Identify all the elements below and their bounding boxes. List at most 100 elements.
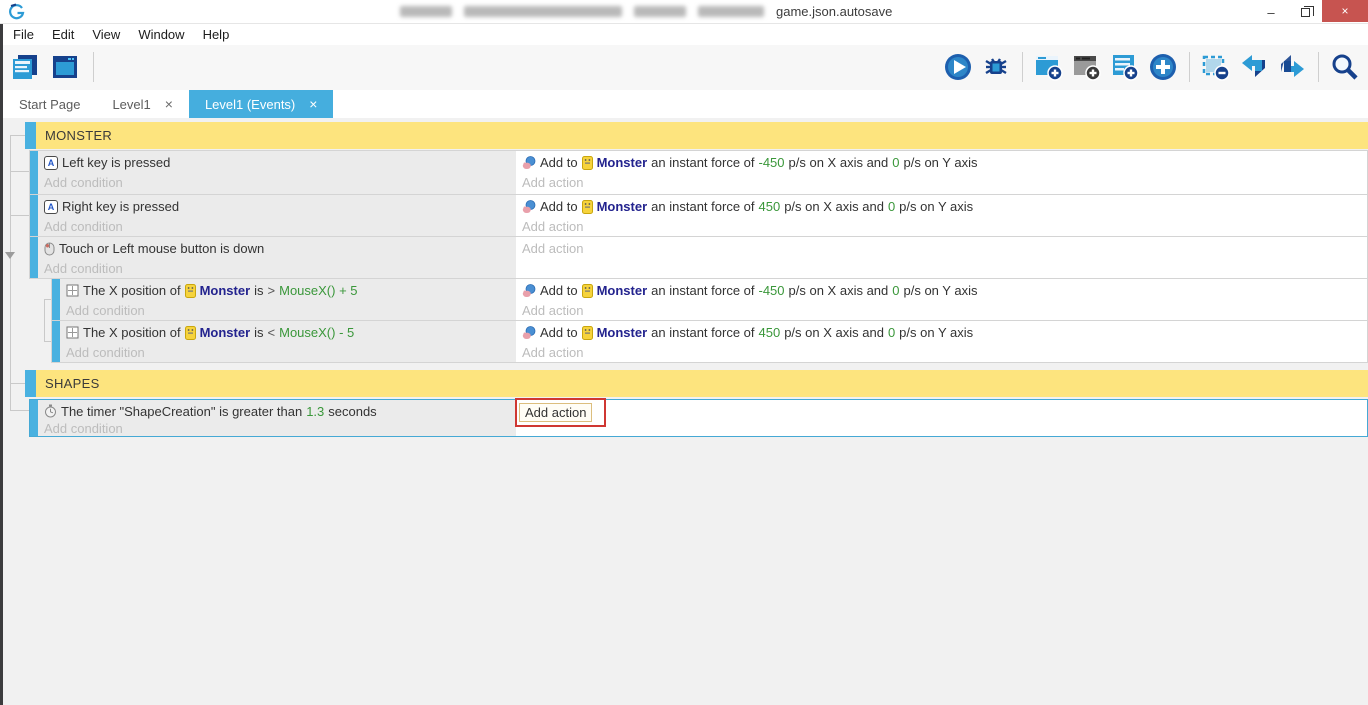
- monster-object-icon: [581, 199, 593, 214]
- force-x-value: 450: [758, 199, 781, 214]
- action-text: Add to: [540, 155, 578, 170]
- add-action-placeholder[interactable]: Add action: [522, 238, 1367, 259]
- conditions-cell[interactable]: The X position of Monster is < MouseX() …: [60, 321, 516, 362]
- event-row-selected[interactable]: The timer "ShapeCreation" is greater tha…: [29, 398, 1368, 437]
- project-manager-icon[interactable]: [8, 50, 42, 84]
- add-subevent-icon[interactable]: [1070, 50, 1104, 84]
- conditions-cell[interactable]: The X position of Monster is > MouseX() …: [60, 279, 516, 320]
- menu-window[interactable]: Window: [129, 27, 193, 42]
- conditions-cell[interactable]: A Right key is pressed Add condition: [38, 195, 516, 236]
- action-text: p/s on Y axis: [899, 199, 974, 214]
- group-strip: [25, 370, 36, 397]
- add-event-icon[interactable]: [1032, 50, 1066, 84]
- expression: MouseX() - 5: [279, 325, 355, 340]
- action-text: p/s on Y axis: [903, 155, 978, 170]
- timer-icon: [45, 404, 56, 418]
- event-strip: [52, 321, 60, 362]
- preview-play-icon[interactable]: [941, 50, 975, 84]
- add-action-placeholder[interactable]: Add action: [522, 301, 1367, 320]
- keyboard-key-icon: A: [44, 155, 58, 170]
- action-text: an instant force of: [651, 283, 755, 298]
- force-icon: [522, 283, 536, 297]
- undo-icon[interactable]: [1237, 50, 1271, 84]
- actions-cell[interactable]: Add to Monster an instant force of 450 p…: [516, 321, 1367, 362]
- event-group-monster[interactable]: MONSTER: [25, 122, 1368, 149]
- group-label: MONSTER: [45, 128, 113, 143]
- window-title: game.json.autosave: [400, 4, 892, 19]
- tab-close-icon[interactable]: ×: [165, 96, 173, 112]
- add-condition-placeholder[interactable]: Add condition: [44, 173, 516, 192]
- scene-editor-icon[interactable]: [48, 50, 82, 84]
- menu-view[interactable]: View: [83, 27, 129, 42]
- add-action-placeholder[interactable]: Add action: [522, 173, 1367, 192]
- event-group-shapes[interactable]: SHAPES: [25, 370, 1368, 397]
- redo-icon[interactable]: [1275, 50, 1309, 84]
- force-x-value: 450: [758, 325, 781, 340]
- action-text: p/s on X axis and: [788, 155, 889, 170]
- sub-event-row[interactable]: The X position of Monster is > MouseX() …: [51, 278, 1368, 321]
- actions-cell[interactable]: Add to Monster an instant force of 450 p…: [516, 195, 1367, 236]
- condition-text: is: [254, 283, 264, 298]
- remove-selection-icon[interactable]: [1199, 50, 1233, 84]
- condition-text: Left key is pressed: [62, 155, 171, 170]
- menu-help[interactable]: Help: [194, 27, 239, 42]
- conditions-cell[interactable]: Touch or Left mouse button is down Add c…: [38, 237, 516, 278]
- add-condition-placeholder[interactable]: Add condition: [66, 343, 516, 362]
- tab-level1[interactable]: Level1 ×: [96, 90, 189, 118]
- monster-object-icon: [581, 155, 593, 170]
- operator: <: [267, 325, 276, 340]
- tab-start-page[interactable]: Start Page: [3, 90, 96, 118]
- window-title-text: game.json.autosave: [776, 4, 893, 19]
- group-label: SHAPES: [45, 376, 100, 391]
- action-text: an instant force of: [651, 199, 755, 214]
- restore-button[interactable]: [1288, 0, 1322, 24]
- condition-text: Touch or Left mouse button is down: [59, 241, 265, 256]
- minimize-button[interactable]: –: [1254, 0, 1288, 24]
- object-name: Monster: [596, 283, 648, 298]
- action-text: p/s on X axis and: [788, 283, 889, 298]
- add-condition-placeholder[interactable]: Add condition: [44, 421, 516, 436]
- condition-text: Right key is pressed: [62, 199, 180, 214]
- actions-cell[interactable]: Add action: [515, 398, 1367, 436]
- actions-cell[interactable]: Add to Monster an instant force of -450 …: [516, 279, 1367, 320]
- action-text: Add to: [540, 283, 578, 298]
- actions-cell[interactable]: Add action: [516, 237, 1367, 278]
- add-condition-placeholder[interactable]: Add condition: [44, 259, 516, 278]
- add-condition-placeholder[interactable]: Add condition: [44, 217, 516, 236]
- add-action-placeholder[interactable]: Add action: [522, 217, 1367, 236]
- annotation-highlight-box: Add action: [515, 398, 606, 427]
- menu-edit[interactable]: Edit: [43, 27, 83, 42]
- add-comment-icon[interactable]: [1108, 50, 1142, 84]
- search-icon[interactable]: [1328, 50, 1362, 84]
- close-button[interactable]: ×: [1322, 0, 1368, 22]
- conditions-cell[interactable]: The timer "ShapeCreation" is greater tha…: [38, 400, 516, 436]
- events-sheet: MONSTER A Left key is pressed Add condit…: [3, 118, 1368, 705]
- redacted-title-segment: [698, 6, 764, 17]
- action-text: p/s on X axis and: [784, 325, 884, 340]
- keyboard-key-icon: A: [44, 199, 58, 214]
- force-icon: [522, 199, 536, 213]
- conditions-cell[interactable]: A Left key is pressed Add condition: [38, 151, 516, 194]
- event-row[interactable]: Touch or Left mouse button is down Add c…: [29, 236, 1368, 279]
- event-row[interactable]: A Right key is pressed Add condition Add…: [29, 194, 1368, 237]
- add-circle-icon[interactable]: [1146, 50, 1180, 84]
- actions-cell[interactable]: Add to Monster an instant force of -450 …: [516, 151, 1367, 194]
- monster-object-icon: [581, 325, 593, 340]
- sub-event-row[interactable]: The X position of Monster is < MouseX() …: [51, 320, 1368, 363]
- add-condition-placeholder[interactable]: Add condition: [66, 301, 516, 320]
- add-action-placeholder[interactable]: Add action: [522, 343, 1367, 362]
- force-x-value: -450: [758, 155, 785, 170]
- group-strip: [25, 122, 36, 149]
- debugger-bug-icon[interactable]: [979, 50, 1013, 84]
- menu-bar: File Edit View Window Help: [4, 24, 238, 45]
- menu-file[interactable]: File: [4, 27, 43, 42]
- event-row[interactable]: A Left key is pressed Add condition Add …: [29, 150, 1368, 195]
- operator: >: [267, 283, 276, 298]
- condition-text: The X position of: [83, 325, 181, 340]
- force-icon: [522, 325, 536, 339]
- tab-close-icon[interactable]: ×: [309, 96, 317, 112]
- add-action-button[interactable]: Add action: [519, 403, 593, 422]
- force-x-value: -450: [758, 283, 785, 298]
- redacted-title-segment: [400, 6, 452, 17]
- tab-level1-events[interactable]: Level1 (Events) ×: [188, 90, 334, 118]
